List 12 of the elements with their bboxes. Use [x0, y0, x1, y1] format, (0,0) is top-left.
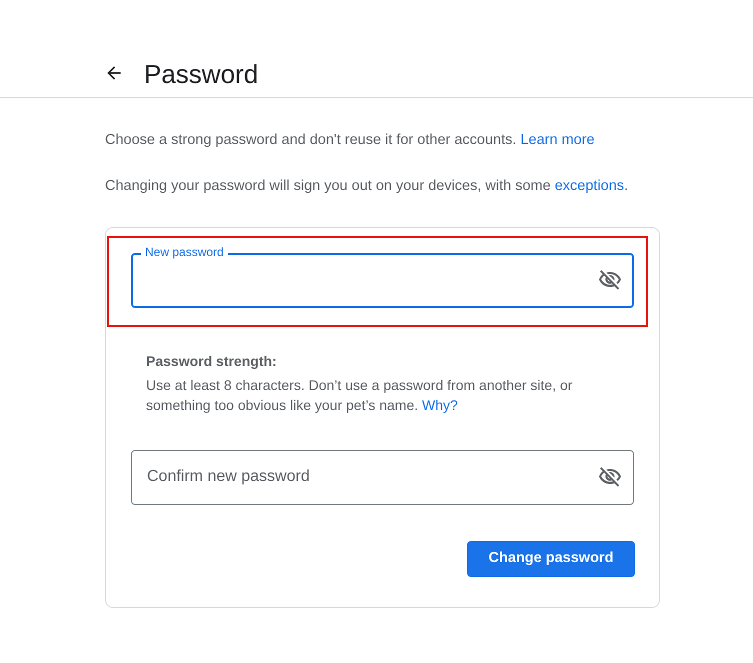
confirm-password-field[interactable]: Confirm new password: [131, 450, 634, 505]
strength-hint: Use at least 8 characters. Don’t use a password from another site, or something too obvious like your pet’s name. Why?: [146, 376, 574, 416]
why-link[interactable]: Why?: [422, 397, 458, 414]
learn-link[interactable]: Learn more: [520, 132, 595, 148]
page-title: Password: [144, 60, 258, 86]
eye-slash-icon[interactable]: [598, 268, 622, 292]
learn-link[interactable]: exceptions: [554, 178, 624, 194]
change-password-button[interactable]: Change password: [467, 540, 635, 577]
strength-title: Password strength:: [146, 352, 278, 371]
description-text: Changing your password will sign you out on your devices, with some exceptions.: [105, 178, 630, 196]
description-text: Choose a strong password and don't reuse it for other accounts. Learn more: [105, 132, 596, 150]
eye-slash-icon[interactable]: [598, 464, 622, 489]
